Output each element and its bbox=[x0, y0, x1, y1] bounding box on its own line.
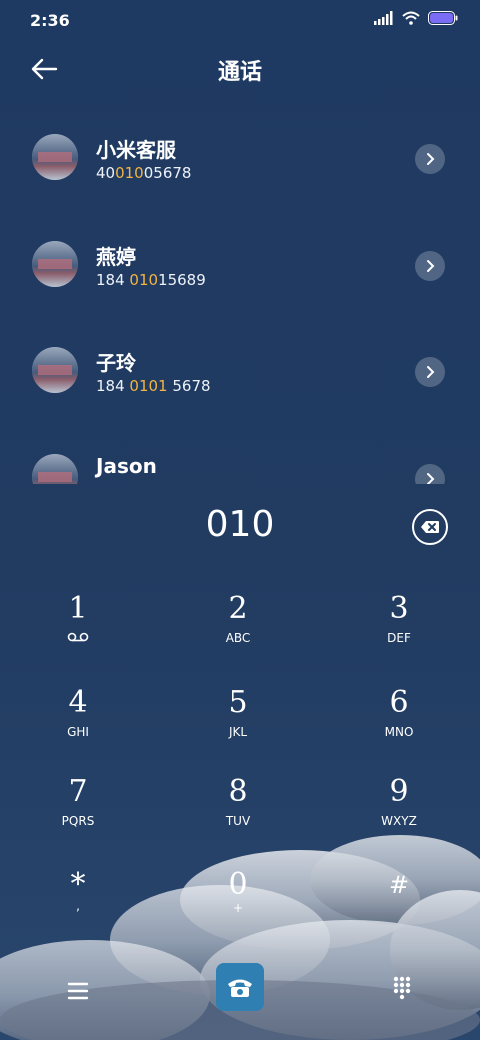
phone-icon bbox=[228, 979, 252, 997]
key-digit: 9 bbox=[389, 774, 409, 809]
key-letters: JKL bbox=[228, 725, 248, 739]
contact-list: 小米客服 4001005678 燕婷 184 01015689 子玲 184 0… bbox=[0, 100, 480, 484]
header: 通话 bbox=[0, 40, 480, 100]
voicemail-icon bbox=[67, 632, 89, 642]
key-letters: TUV bbox=[225, 814, 251, 828]
contact-name: 小米客服 bbox=[96, 138, 176, 162]
contact-row[interactable]: 子玲 184 0101 5678 bbox=[0, 313, 480, 419]
key-digit: 8 bbox=[228, 774, 248, 809]
chevron-right-icon[interactable] bbox=[415, 251, 445, 281]
contact-name: Jason bbox=[96, 454, 157, 478]
chevron-right-icon[interactable] bbox=[415, 144, 445, 174]
key-1[interactable]: 1 bbox=[18, 590, 138, 670]
contact-name: 燕婷 bbox=[96, 245, 136, 269]
key-digit: 7 bbox=[68, 774, 88, 809]
key-letters: DEF bbox=[387, 631, 411, 645]
key-digit: 5 bbox=[228, 685, 248, 720]
key-letters: , bbox=[76, 899, 80, 913]
key-digit: 2 bbox=[228, 591, 248, 626]
page-title: 通话 bbox=[217, 60, 262, 85]
key-digit: # bbox=[388, 871, 410, 899]
status-bar: 2:36 bbox=[0, 0, 480, 40]
wifi-icon bbox=[402, 11, 420, 25]
menu-icon[interactable] bbox=[62, 974, 94, 1006]
chevron-right-icon[interactable] bbox=[415, 357, 445, 387]
dialpad-icon[interactable] bbox=[386, 972, 418, 1004]
key-letters: + bbox=[232, 901, 244, 915]
avatar bbox=[32, 347, 78, 393]
key-star[interactable]: * , bbox=[18, 866, 138, 946]
battery-icon bbox=[428, 11, 458, 25]
key-4[interactable]: 4 GHI bbox=[18, 684, 138, 764]
key-2[interactable]: 2 ABC bbox=[178, 590, 298, 670]
key-hash[interactable]: # bbox=[339, 866, 459, 946]
key-5[interactable]: 5 JKL bbox=[178, 684, 298, 764]
key-letters: GHI bbox=[67, 725, 89, 739]
contact-row[interactable]: 小米客服 4001005678 bbox=[0, 100, 480, 206]
key-letters: ABC bbox=[225, 631, 251, 645]
avatar bbox=[32, 241, 78, 287]
key-8[interactable]: 8 TUV bbox=[178, 773, 298, 853]
contact-row[interactable]: 燕婷 184 01015689 bbox=[0, 207, 480, 313]
signal-icon bbox=[374, 11, 393, 25]
key-digit: 1 bbox=[68, 591, 88, 626]
key-3[interactable]: 3 DEF bbox=[339, 590, 459, 670]
bottom-bar bbox=[0, 960, 480, 1020]
avatar bbox=[32, 134, 78, 180]
call-button[interactable] bbox=[216, 963, 264, 1011]
status-time: 2:36 bbox=[30, 11, 70, 30]
key-7[interactable]: 7 PQRS bbox=[18, 773, 138, 853]
contact-number: 184 0101 5678 bbox=[96, 377, 211, 395]
contact-row[interactable]: Jason bbox=[0, 420, 480, 484]
key-0[interactable]: 0 + bbox=[178, 866, 298, 946]
key-9[interactable]: 9 WXYZ bbox=[339, 773, 459, 853]
key-digit: 6 bbox=[389, 685, 409, 720]
backspace-icon[interactable] bbox=[412, 509, 448, 545]
key-letters: PQRS bbox=[61, 814, 95, 828]
key-letters: WXYZ bbox=[381, 814, 417, 828]
key-letters: MNO bbox=[384, 725, 414, 739]
key-digit: 3 bbox=[389, 591, 409, 626]
dialed-number: 010 bbox=[205, 504, 275, 545]
key-digit: 4 bbox=[68, 685, 88, 720]
contact-number: 184 01015689 bbox=[96, 271, 206, 289]
key-6[interactable]: 6 MNO bbox=[339, 684, 459, 764]
avatar bbox=[32, 454, 78, 484]
chevron-right-icon[interactable] bbox=[415, 464, 445, 484]
contact-number: 4001005678 bbox=[96, 164, 192, 182]
key-digit: 0 bbox=[228, 867, 248, 902]
contact-name: 子玲 bbox=[96, 351, 136, 375]
